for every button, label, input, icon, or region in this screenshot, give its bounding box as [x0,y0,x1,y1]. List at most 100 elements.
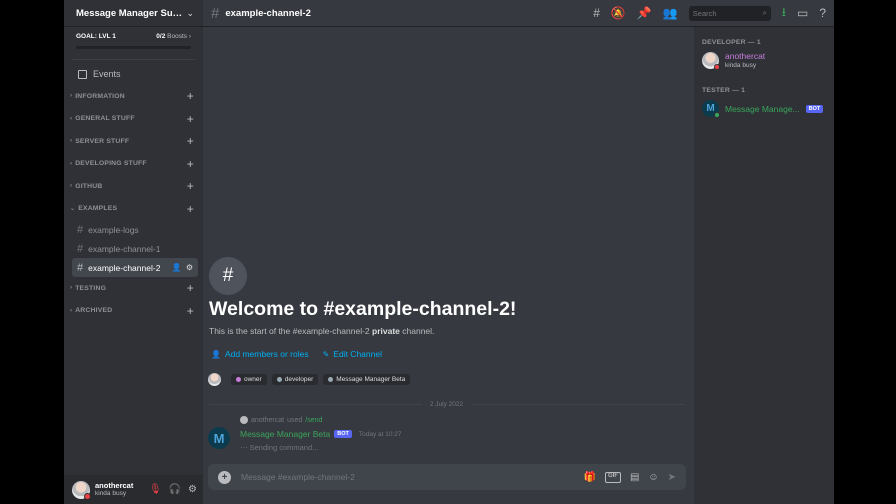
category-server-stuff[interactable]: › SERVER STUFF + [64,130,203,153]
channel-example-channel-2[interactable]: # example-channel-2 👤 ⚙ [72,258,198,277]
sticker-icon[interactable]: ▤ [630,472,639,483]
invite-icon[interactable]: 👤 [172,263,182,272]
chevron-right-icon: › [70,183,73,190]
emoji-icon[interactable]: ☺ [648,472,658,483]
bot-badge: BOT [334,430,352,438]
events-link[interactable]: Events [64,60,203,85]
edit-channel-button[interactable]: ✎ Edit Channel [323,349,382,359]
hashtag-icon: # [77,223,84,236]
channel-sidebar: Message Manager Supp... ⌄ GOAL: LVL 1 0/… [64,0,203,504]
category-github[interactable]: › GITHUB + [64,175,203,198]
boost-progress-bar [76,46,191,49]
chat-area: # Welcome to #example-channel-2! This is… [203,27,694,504]
chevron-right-icon: › [70,307,73,314]
dnd-status-icon [84,492,91,500]
headphones-icon[interactable]: 🎧 [169,484,181,495]
avatar [702,52,720,71]
message-input[interactable]: Message #example-channel-2 [241,472,355,482]
gift-icon[interactable]: 🎁 [583,472,595,483]
server-name: Message Manager Supp... [76,7,187,19]
date-divider: 2 July 2022 [209,401,684,408]
send-icon[interactable]: ➤ [668,472,676,483]
member-item[interactable]: M Message Manage... BOT [702,100,826,119]
members-icon[interactable]: 👥 [663,6,678,20]
message-body: ⋯ Sending command... [240,443,319,452]
category-label: GITHUB [75,182,103,190]
chevron-right-icon: › [70,160,73,167]
channel-example-channel-1[interactable]: # example-channel-1 [72,239,198,258]
search-input[interactable]: Search ⌕ [688,5,771,21]
category-general-stuff[interactable]: › GENERAL STUFF + [64,108,203,131]
add-channel-icon[interactable]: + [187,134,194,148]
upload-plus-icon[interactable]: + [218,470,231,484]
chevron-right-icon: › [70,138,73,145]
bot-avatar: M [702,100,720,119]
notification-mute-icon[interactable]: 🔕 [611,6,626,20]
command-link[interactable]: /send [305,417,322,424]
add-channel-icon[interactable]: + [187,157,194,171]
channel-title: example-channel-2 [225,7,311,19]
avatar[interactable] [72,480,91,500]
channel-label: example-channel-2 [88,262,161,273]
add-channel-icon[interactable]: + [187,281,194,295]
help-icon[interactable]: ? [819,6,826,20]
add-user-icon: 👤 [211,350,221,359]
category-examples[interactable]: ⌄ EXAMPLES + [64,198,203,221]
pencil-icon: ✎ [322,350,330,359]
download-icon[interactable]: ⭳ [782,3,786,24]
server-header[interactable]: Message Manager Supp... ⌄ [64,0,203,27]
category-label: DEVELOPING STUFF [75,160,147,168]
boost-goal[interactable]: GOAL: LVL 1 0/2 Boosts › [64,27,203,53]
category-label: GENERAL STUFF [75,115,135,123]
gear-icon[interactable]: ⚙ [188,484,197,495]
user-status: kinda busy [95,490,127,498]
hashtag-icon: # [211,4,220,22]
channel-example-logs[interactable]: # example-logs [72,220,198,239]
search-placeholder: Search [692,8,717,18]
member-group-title: TESTER — 1 [702,87,746,95]
channel-label: example-logs [88,224,139,235]
add-channel-icon[interactable]: + [187,179,194,193]
category-label: SERVER STUFF [75,137,130,145]
message-composer[interactable]: + Message #example-channel-2 🎁 GIF ▤ ☺ ➤ [208,464,686,490]
member-list: DEVELOPER — 1 anothercat kinda busy TEST… [694,27,834,504]
inbox-icon[interactable]: ▭ [797,6,808,20]
category-developing-stuff[interactable]: › DEVELOPING STUFF + [64,153,203,176]
member-item[interactable]: anothercat kinda busy [702,51,826,71]
role-tag[interactable]: developer [271,374,319,385]
chevron-right-icon: › [70,285,73,292]
command-reference: anothercat used /send [240,416,322,424]
channel-header: # example-channel-2 # 🔕 📌 👥 Search ⌕ ⭳ ▭ … [203,0,834,27]
bot-badge: BOT [805,104,824,113]
welcome-title: Welcome to #example-channel-2! [209,298,517,320]
bot-avatar[interactable]: M [208,427,230,449]
hashtag-lock-icon: # [77,261,84,274]
message-author[interactable]: Message Manager Beta [240,429,330,439]
avatar[interactable] [208,373,221,386]
hashtag-icon: # [77,242,84,255]
add-members-button[interactable]: 👤 Add members or roles [211,349,309,359]
threads-icon[interactable]: # [593,6,600,20]
avatar[interactable] [240,416,248,424]
gear-icon[interactable]: ⚙ [186,263,193,272]
chevron-down-icon: ⌄ [186,7,194,18]
events-label: Events [93,69,121,79]
add-channel-icon[interactable]: + [187,112,194,126]
pin-icon[interactable]: 📌 [637,6,652,20]
channel-label: example-channel-1 [88,243,161,254]
role-tag[interactable]: Message Manager Beta [323,374,411,385]
date-label: 2 July 2022 [429,401,464,408]
category-archived[interactable]: › ARCHIVED + [64,300,203,323]
discord-app: Message Manager Supp... ⌄ GOAL: LVL 1 0/… [64,0,834,504]
add-channel-icon[interactable]: + [187,89,194,103]
chevron-right-icon: › [70,93,73,100]
category-testing[interactable]: › TESTING + [64,277,203,300]
add-channel-icon[interactable]: + [187,304,194,318]
microphone-muted-icon[interactable]: 🎙 [149,484,162,495]
add-channel-icon[interactable]: + [187,202,194,216]
message-timestamp: Today at 10:27 [358,430,402,438]
role-tag[interactable]: owner [231,374,267,385]
gif-icon[interactable]: GIF [604,471,621,483]
category-information[interactable]: › INFORMATION + [64,85,203,108]
chevron-down-icon: ⌄ [70,206,76,213]
